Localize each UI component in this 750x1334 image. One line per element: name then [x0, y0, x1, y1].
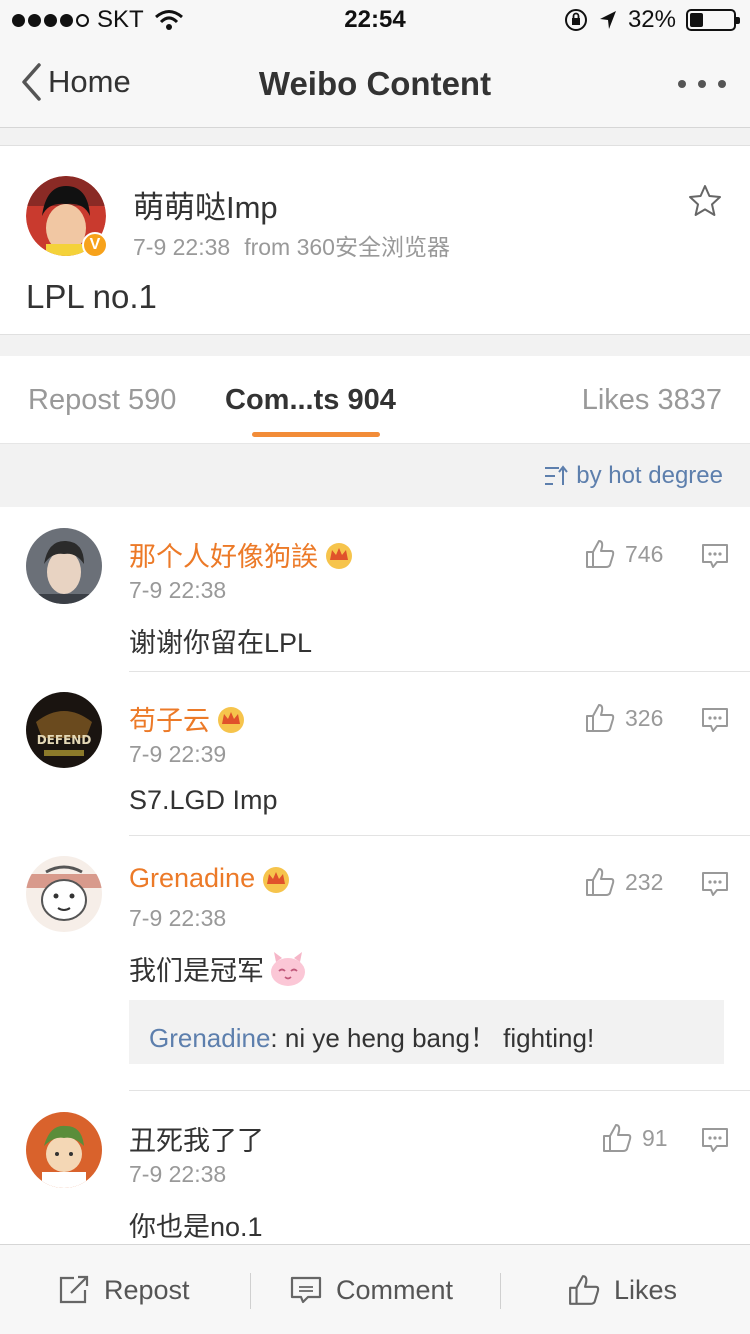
battery-icon — [686, 9, 740, 31]
battery-fill — [690, 13, 703, 27]
thumbs-up-icon — [586, 868, 615, 896]
page-title: Weibo Content — [258, 65, 492, 102]
comment-bubble-icon — [702, 872, 728, 896]
location-arrow-icon — [599, 11, 616, 29]
active-tab-indicator — [252, 432, 380, 437]
comment-bubble-icon — [702, 1128, 728, 1152]
comment-reply-button[interactable] — [701, 1126, 729, 1159]
like-count: 91 — [642, 1124, 668, 1151]
thumbs-up-icon — [586, 540, 615, 568]
sort-bar: by hot degree — [0, 444, 750, 507]
like-count: 326 — [625, 704, 664, 731]
battery-percent: 32% — [627, 6, 676, 33]
avatar-text: DEFEND — [37, 733, 92, 747]
author-avatar[interactable]: V — [26, 176, 108, 258]
nav-bar: Home Weibo Content — [0, 40, 750, 128]
comment-time: 7-9 22:39 — [129, 741, 227, 767]
comment-item: DEFEND 苟子云 7-9 22:39 S7.LGD Imp 326 — [0, 671, 750, 836]
commenter-avatar[interactable] — [26, 528, 102, 604]
nested-reply-text: : ni ye heng bang！ fighting! — [270, 1023, 595, 1053]
commenter-name-text: 苟子云 — [129, 706, 210, 736]
sort-label: by hot degree — [576, 462, 723, 489]
tab-repost[interactable]: Repost 590 — [28, 384, 176, 417]
comment-text-content: 我们是冠军 — [129, 956, 264, 986]
comment-reply-button[interactable] — [701, 706, 729, 739]
comment-time: 7-9 22:38 — [129, 1161, 227, 1187]
thumbs-up-icon — [586, 704, 615, 732]
commenter-avatar[interactable]: DEFEND — [26, 692, 102, 768]
like-button[interactable]: Likes — [568, 1245, 677, 1334]
commenter-avatar[interactable] — [26, 1112, 102, 1188]
weibo-post: V 萌萌哒Imp 7-9 22:38 from 360安全浏览器 LPL no.1 — [0, 145, 750, 335]
repost-label: Repost — [104, 1274, 190, 1305]
comment-text: S7.LGD Imp — [129, 785, 278, 815]
commenter-avatar[interactable] — [26, 856, 102, 932]
sort-icon — [545, 465, 568, 485]
post-source: from 360安全浏览器 — [244, 234, 450, 260]
post-meta: 7-9 22:38 from 360安全浏览器 — [133, 228, 450, 262]
crown-member-icon — [218, 706, 244, 733]
commenter-name[interactable]: 丑死我了了 — [129, 1119, 264, 1158]
comment-list: 那个人好像狗誒 7-9 22:38 谢谢你留在LPL 746 DEFEND 苟子… — [0, 507, 750, 1247]
like-count: 232 — [625, 868, 664, 895]
comment-reply-button[interactable] — [701, 542, 729, 575]
comment-time: 7-9 22:38 — [129, 905, 227, 931]
interaction-tabs: Repost 590 Com...ts 904 Likes 3837 — [0, 356, 750, 444]
commenter-name[interactable]: 苟子云 — [129, 699, 246, 738]
post-body-text: LPL no.1 — [26, 278, 157, 315]
like-count: 746 — [625, 540, 664, 567]
comment-item: 那个人好像狗誒 7-9 22:38 谢谢你留在LPL 746 — [0, 507, 750, 672]
comment-reply-button[interactable] — [701, 870, 729, 903]
tab-comments[interactable]: Com...ts 904 — [225, 384, 396, 417]
comment-like-button[interactable]: 232 — [585, 867, 663, 897]
commenter-name-text: 丑死我了了 — [129, 1126, 264, 1156]
repost-button[interactable]: Repost — [58, 1245, 190, 1334]
comment-bubble-icon — [702, 544, 728, 568]
tab-likes[interactable]: Likes 3837 — [582, 384, 722, 417]
post-time: 7-9 22:38 — [133, 234, 231, 260]
bottom-bar-separator — [250, 1273, 251, 1309]
comment-button[interactable]: Comment — [290, 1245, 453, 1334]
commenter-name-text: 那个人好像狗誒 — [129, 542, 318, 572]
commenter-name[interactable]: 那个人好像狗誒 — [129, 535, 354, 574]
crown-member-icon — [326, 542, 352, 569]
comment-text: 谢谢你留在LPL — [129, 628, 313, 658]
repost-icon — [59, 1275, 89, 1304]
comment-time: 7-9 22:38 — [129, 577, 227, 603]
comment-like-button[interactable]: 326 — [585, 703, 663, 733]
likes-label: Likes — [614, 1274, 678, 1305]
comment-like-button[interactable]: 746 — [585, 539, 663, 569]
bottom-action-bar: Repost Comment Likes — [0, 1244, 750, 1334]
author-name[interactable]: 萌萌哒Imp — [133, 182, 278, 227]
nested-reply-author[interactable]: Grenadine — [149, 1023, 270, 1053]
comment-icon — [290, 1276, 322, 1304]
orientation-lock-icon — [564, 9, 587, 31]
status-right: 32% — [564, 6, 740, 34]
comment-like-button[interactable]: 91 — [602, 1123, 668, 1153]
cute-emoji-icon — [271, 951, 305, 986]
crown-member-icon — [263, 866, 290, 893]
comment-item: Grenadine 7-9 22:38 我们是冠军 232 Grenadine:… — [0, 835, 750, 1091]
verified-badge-icon: V — [82, 232, 108, 258]
star-icon — [689, 185, 721, 216]
sort-by-hot-button[interactable]: by hot degree — [544, 462, 723, 490]
thumbs-up-icon — [603, 1124, 632, 1152]
commenter-name[interactable]: Grenadine — [129, 863, 291, 894]
favorite-star-button[interactable] — [688, 184, 722, 223]
comment-item: 丑死我了了 7-9 22:38 你也是no.1 91 — [0, 1091, 750, 1247]
bottom-bar-separator — [500, 1273, 501, 1309]
comment-bubble-icon — [702, 708, 728, 732]
comment-text: 你也是no.1 — [129, 1212, 263, 1242]
more-options-button[interactable] — [678, 80, 726, 88]
status-bar: SKT 22:54 32% — [0, 0, 750, 40]
comment-text: 我们是冠军 — [129, 949, 308, 988]
thumbs-up-icon — [569, 1275, 600, 1305]
comment-label: Comment — [336, 1274, 454, 1305]
commenter-name-text: Grenadine — [129, 863, 256, 893]
nested-reply[interactable]: Grenadine: ni ye heng bang！ fighting! — [129, 1000, 724, 1064]
